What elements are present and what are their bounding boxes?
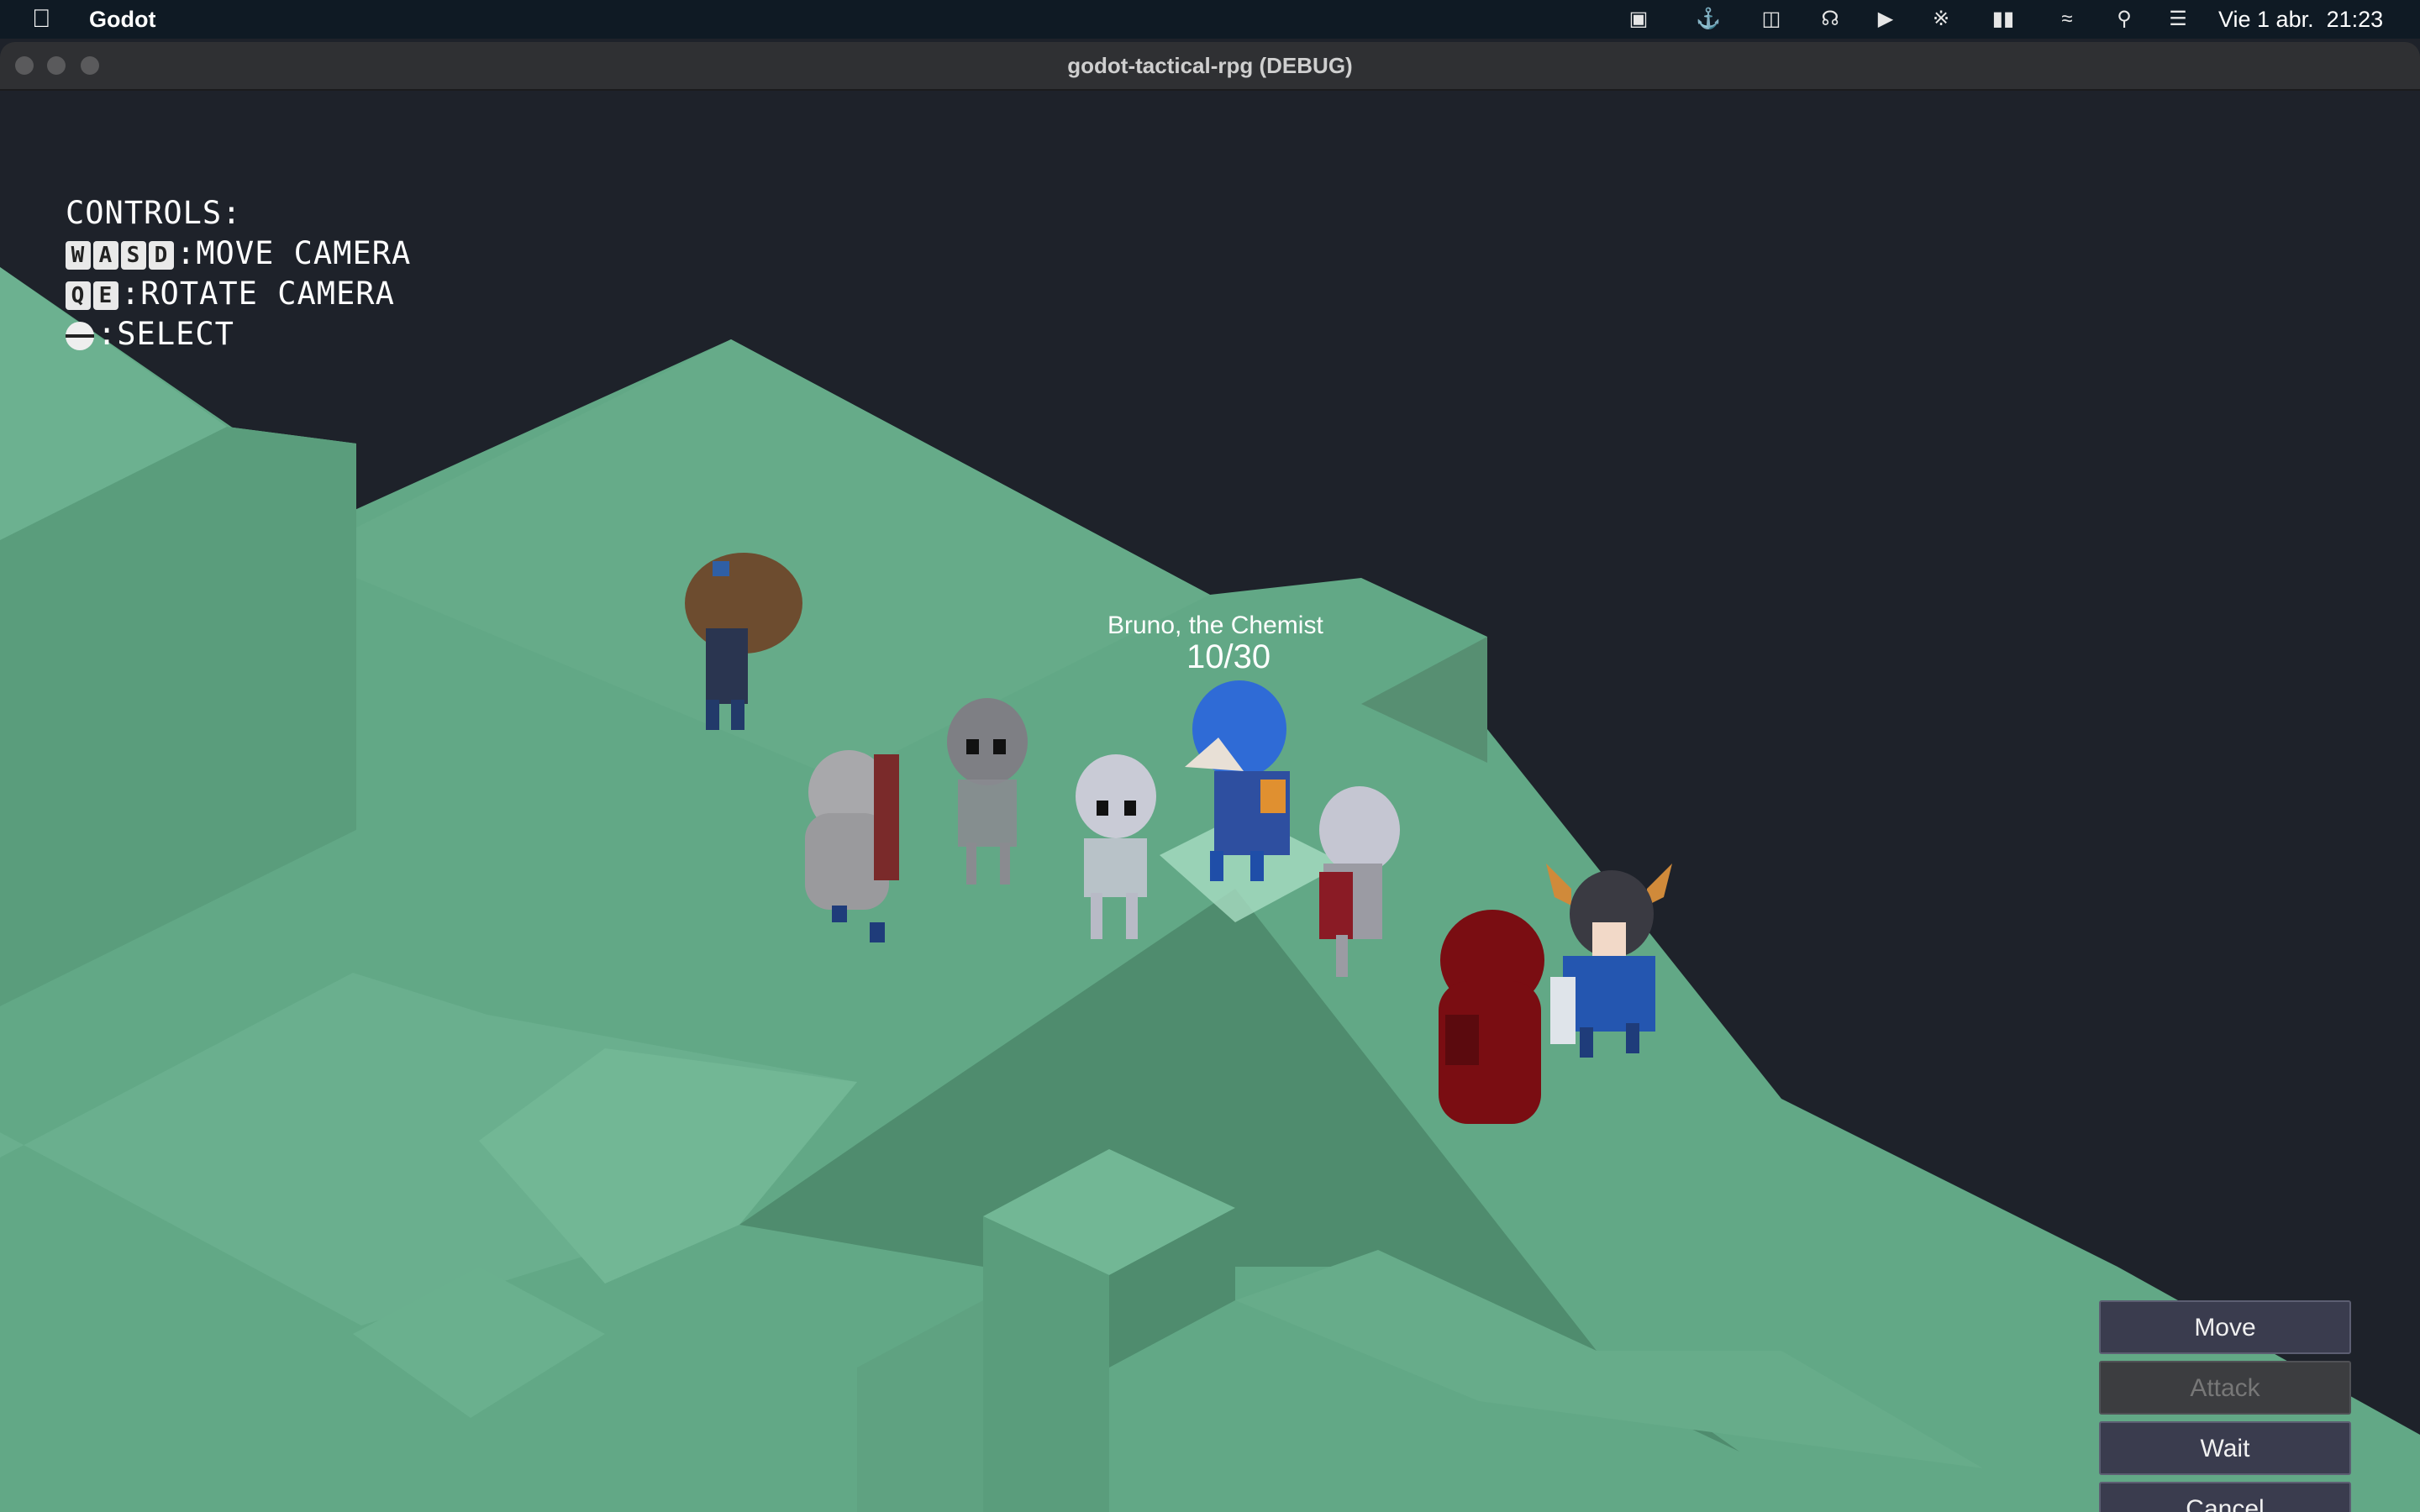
search-icon[interactable]: ⚲ <box>2112 8 2136 31</box>
battery-icon[interactable]: ▮▮ <box>1983 8 2023 31</box>
controls-move-row: W A S D:MOVE CAMERA <box>66 234 411 274</box>
move-button[interactable]: Move <box>2099 1300 2351 1354</box>
wifi-icon[interactable]: ≈ <box>2055 8 2079 31</box>
control-center-icon[interactable]: ☰ <box>2166 8 2190 31</box>
headphones-icon[interactable]: ☊ <box>1818 8 1842 31</box>
window-icon[interactable]: ◫ <box>1760 8 1783 31</box>
attack-button[interactable]: Attack <box>2099 1361 2351 1415</box>
key-q: Q <box>66 281 91 310</box>
controls-overlay: CONTROLS: W A S D:MOVE CAMERA Q E:ROTATE CAM… <box>66 193 411 354</box>
play-icon[interactable]: ▶ <box>1874 8 1897 31</box>
move-camera-label: :MOVE CAMERA <box>176 235 412 271</box>
mouse-icon <box>66 321 94 350</box>
cancel-button[interactable]: Cancel <box>2099 1482 2351 1512</box>
title-bar: godot-tactical-rpg (DEBUG) <box>0 42 2420 91</box>
key-d: D <box>149 240 174 270</box>
window-title: godot-tactical-rpg (DEBUG) <box>1067 53 1353 78</box>
unit-name-label: Bruno, the Chemist <box>1107 612 1323 639</box>
key-s: S <box>121 240 146 270</box>
controls-rotate-row: Q E:ROTATE CAMERA <box>66 274 411 314</box>
apple-icon[interactable]:  <box>32 0 51 39</box>
unit-horned-knight[interactable] <box>1546 864 1672 1058</box>
game-window: godot-tactical-rpg (DEBUG) CONTROLS: W A… <box>0 42 2420 1512</box>
menu-bar:  Godot ▣ ⚓ ◫ ☊ ▶ ※ ▮▮ ≈ ⚲ ☰ Vie 1 abr. … <box>0 0 2420 39</box>
clock[interactable]: Vie 1 abr. 21:23 <box>2218 0 2383 39</box>
action-menu: Move Attack Wait Cancel <box>2099 1300 2351 1512</box>
rotate-camera-label: :ROTATE CAMERA <box>121 276 395 312</box>
game-viewport[interactable]: CONTROLS: W A S D:MOVE CAMERA Q E:ROTATE CAM… <box>0 91 2420 1512</box>
key-w: W <box>66 240 91 270</box>
app-name[interactable]: Godot <box>89 0 155 39</box>
bluetooth-icon[interactable]: ※ <box>1929 8 1953 31</box>
controls-select-row: :SELECT <box>66 314 411 354</box>
select-label: :SELECT <box>97 316 234 352</box>
unit-hp-label: 10/30 <box>1186 638 1271 675</box>
controls-heading: CONTROLS: <box>66 195 242 231</box>
wait-button[interactable]: Wait <box>2099 1421 2351 1475</box>
unit-red-cloak[interactable] <box>1439 910 1544 1124</box>
key-a: A <box>93 240 118 270</box>
docker-icon[interactable]: ⚓ <box>1696 8 1721 31</box>
shield-icon[interactable]: ▣ <box>1627 8 1650 31</box>
key-e: E <box>93 281 118 310</box>
